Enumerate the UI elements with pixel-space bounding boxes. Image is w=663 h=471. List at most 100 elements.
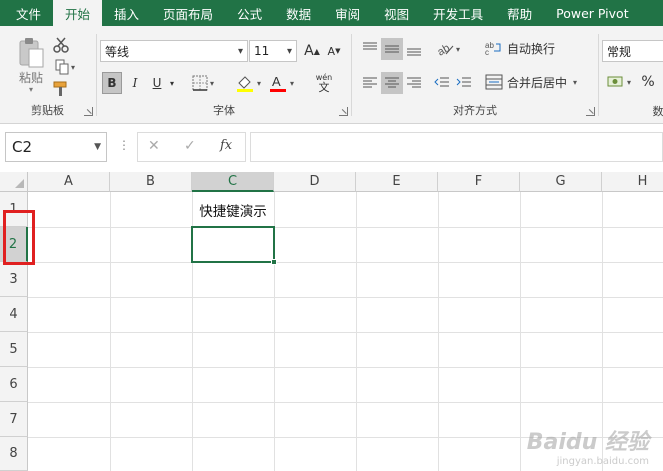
cancel-icon[interactable]: ✕ — [148, 138, 160, 154]
insert-function-icon[interactable]: fx — [220, 138, 232, 153]
tab-developer[interactable]: 开发工具 — [421, 0, 495, 26]
chevron-down-icon: ▾ — [237, 46, 243, 57]
number-group-label: 数 — [652, 105, 663, 118]
group-divider — [598, 34, 599, 116]
font-name-select[interactable]: 等线 ▾ — [100, 40, 248, 62]
copy-icon[interactable]: ▾ — [52, 58, 78, 76]
font-color-button[interactable]: A ▾ — [266, 70, 296, 96]
decrease-font-size-button[interactable]: A ▼ — [324, 40, 344, 62]
number-format-value: 常规 — [607, 44, 632, 59]
column-header-g[interactable]: G — [520, 172, 602, 192]
name-box[interactable]: C2 ▼ — [5, 132, 107, 162]
tab-power-pivot[interactable]: Power Pivot — [544, 0, 640, 26]
font-launcher-icon[interactable] — [339, 107, 348, 116]
wrap-text-button[interactable]: ab c 自动换行 — [485, 36, 595, 60]
font-size-select[interactable]: 11 ▾ — [249, 40, 297, 62]
chevron-down-icon[interactable]: ▾ — [14, 84, 48, 94]
borders-button[interactable]: ▾ — [188, 72, 218, 94]
tab-review[interactable]: 审阅 — [323, 0, 372, 26]
paste-label[interactable]: 粘贴 — [14, 70, 48, 85]
name-box-value: C2 — [12, 138, 33, 156]
alignment-group-label: 对齐方式 — [453, 104, 497, 117]
row-header-4[interactable]: 4 — [0, 297, 28, 332]
tab-file[interactable]: 文件 — [0, 0, 53, 26]
row-header-7[interactable]: 7 — [0, 402, 28, 437]
column-header-a[interactable]: A — [28, 172, 110, 192]
row-header-8[interactable]: 8 — [0, 437, 28, 471]
enter-icon[interactable]: ✓ — [184, 138, 196, 154]
group-divider — [96, 34, 97, 116]
align-left-icon[interactable] — [359, 72, 381, 94]
grid-line — [28, 332, 663, 333]
align-bottom-icon[interactable] — [403, 38, 425, 60]
group-divider — [351, 34, 352, 116]
clipboard-group-label: 剪贴板 — [31, 104, 64, 117]
tab-help[interactable]: 帮助 — [495, 0, 544, 26]
italic-button[interactable]: I — [125, 72, 145, 94]
increase-font-size-button[interactable]: A ▲ — [302, 40, 322, 62]
number-group: 常规 ▾ % 数 — [600, 30, 663, 120]
column-header-d[interactable]: D — [274, 172, 356, 192]
wrap-text-icon: abc — [485, 41, 501, 56]
row-header-6[interactable]: 6 — [0, 367, 28, 402]
tab-home[interactable]: 开始 — [53, 0, 103, 26]
font-color-icon: A — [269, 74, 286, 92]
paste-icon[interactable] — [14, 36, 48, 70]
fill-handle[interactable] — [271, 259, 277, 265]
format-painter-icon[interactable] — [52, 80, 70, 98]
bold-button[interactable]: B — [102, 72, 122, 94]
ribbon-tab-bar: 文件 开始 插入 页面布局 公式 数据 审阅 视图 开发工具 帮助 Power … — [0, 0, 663, 26]
tab-page-layout[interactable]: 页面布局 — [151, 0, 225, 26]
decrease-indent-icon[interactable] — [431, 72, 453, 94]
fill-color-icon — [236, 76, 253, 92]
alignment-group: ab ▾ ab c 自动换行 合并后居中 ▾ 对齐方式 — [353, 30, 597, 120]
align-right-icon[interactable] — [403, 72, 425, 94]
currency-icon — [607, 76, 623, 87]
borders-icon — [192, 75, 208, 91]
chevron-down-icon: ▾ — [286, 46, 292, 57]
tab-data[interactable]: 数据 — [274, 0, 323, 26]
chevron-down-icon: ▼ — [94, 142, 101, 152]
highlight-annotation — [3, 210, 35, 265]
tab-insert[interactable]: 插入 — [102, 0, 151, 26]
row-header-3[interactable]: 3 — [0, 262, 28, 297]
grid-line — [28, 367, 663, 368]
formula-bar-grip-icon[interactable]: ⋮ — [118, 138, 130, 152]
percent-style-button[interactable]: % — [638, 70, 658, 94]
align-top-icon[interactable] — [359, 38, 381, 60]
column-header-c[interactable]: C — [192, 172, 274, 192]
align-center-icon[interactable] — [381, 72, 403, 94]
align-middle-icon[interactable] — [381, 38, 403, 60]
worksheet-grid[interactable]: A B C D E F G H 1 2 3 4 5 6 7 8 快捷键演示 Ba… — [0, 172, 663, 471]
column-header-b[interactable]: B — [110, 172, 192, 192]
merge-cells-icon — [485, 74, 503, 90]
active-cell-c2[interactable] — [191, 226, 277, 265]
alignment-launcher-icon[interactable] — [586, 107, 595, 116]
tab-formulas[interactable]: 公式 — [225, 0, 274, 26]
column-header-h[interactable]: H — [602, 172, 663, 192]
formula-buttons: ✕ ✓ fx — [137, 132, 246, 162]
select-all-button[interactable] — [0, 172, 28, 192]
grid-line — [28, 297, 663, 298]
font-group-label: 字体 — [213, 104, 235, 117]
increase-indent-icon[interactable] — [453, 72, 475, 94]
merge-center-button[interactable]: 合并后居中 ▾ — [485, 70, 591, 94]
chevron-down-icon[interactable]: ▾ — [167, 72, 177, 94]
accounting-format-button[interactable]: ▾ — [604, 70, 634, 94]
fill-color-button[interactable]: ▾ — [232, 70, 264, 96]
font-size-value: 11 — [254, 44, 270, 58]
clipboard-launcher-icon[interactable] — [84, 107, 93, 116]
column-header-f[interactable]: F — [438, 172, 520, 192]
orientation-button[interactable]: ab ▾ — [433, 38, 463, 60]
row-header-5[interactable]: 5 — [0, 332, 28, 367]
column-header-e[interactable]: E — [356, 172, 438, 192]
formula-input[interactable] — [250, 132, 663, 162]
font-name-value: 等线 — [105, 44, 130, 59]
cell-c1[interactable]: 快捷键演示 — [192, 200, 274, 220]
cut-icon[interactable] — [52, 36, 70, 54]
tab-view[interactable]: 视图 — [372, 0, 421, 26]
number-format-select[interactable]: 常规 — [602, 40, 663, 62]
phonetic-guide-button[interactable]: wén 文 — [308, 68, 340, 98]
underline-button[interactable]: U — [147, 72, 167, 94]
clipboard-group: 粘贴 ▾ ▾ 剪贴板 — [0, 30, 95, 120]
